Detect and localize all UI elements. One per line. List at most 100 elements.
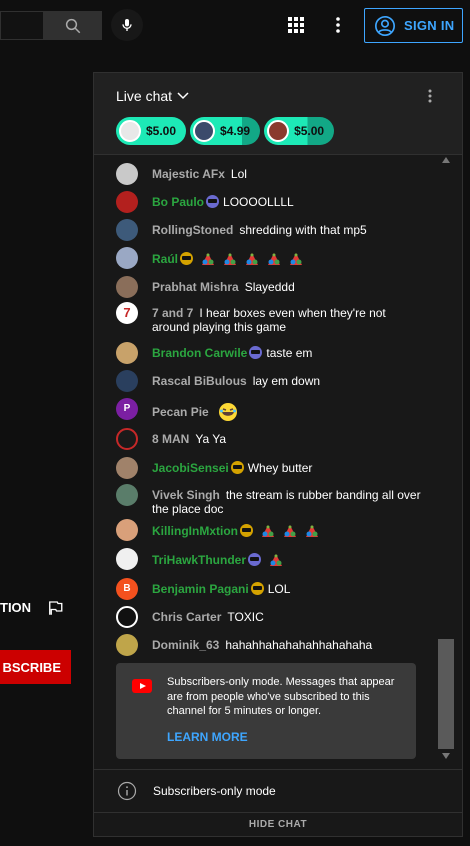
subscribers-only-mode-label: Subscribers-only mode bbox=[153, 784, 276, 798]
message-text: taste em bbox=[266, 346, 313, 360]
avatar[interactable] bbox=[116, 457, 138, 479]
member-badge-icon bbox=[230, 461, 244, 474]
avatar bbox=[193, 120, 216, 142]
settings-more-button[interactable] bbox=[326, 13, 350, 37]
custom-emoji-icon bbox=[202, 253, 215, 265]
super-chat-tickers: $5.00 $4.99 $5.00 bbox=[116, 117, 335, 145]
message-text: hahahhahahahahhahahaha bbox=[225, 638, 373, 652]
avatar[interactable] bbox=[116, 276, 138, 298]
avatar[interactable] bbox=[116, 191, 138, 213]
author-name[interactable]: Majestic AFx bbox=[152, 167, 225, 181]
hide-chat-button[interactable]: HIDE CHAT bbox=[94, 812, 462, 836]
apps-button[interactable] bbox=[284, 13, 308, 37]
sign-in-label: SIGN IN bbox=[404, 18, 455, 33]
chat-message: Chris Carter TOXIC bbox=[116, 606, 426, 628]
author-name[interactable]: Dominik_63 bbox=[152, 638, 219, 652]
avatar[interactable]: P bbox=[116, 398, 138, 420]
chevron-down-icon bbox=[177, 92, 189, 100]
learn-more-link[interactable]: LEARN MORE bbox=[167, 730, 248, 744]
custom-emoji-icon bbox=[268, 253, 281, 265]
avatar[interactable] bbox=[116, 163, 138, 185]
avatar[interactable]: B bbox=[116, 578, 138, 600]
author-name[interactable]: Raúl bbox=[152, 252, 178, 266]
custom-emoji-icon bbox=[306, 525, 319, 537]
avatar[interactable]: 7 bbox=[116, 302, 138, 324]
message-text: lay em down bbox=[252, 374, 321, 388]
avatar[interactable] bbox=[116, 484, 138, 506]
laughing-emoji-icon bbox=[219, 403, 238, 421]
author-name[interactable]: Bo Paulo bbox=[152, 195, 204, 209]
author-name[interactable]: KillingInMxtion bbox=[152, 524, 238, 538]
avatar[interactable] bbox=[116, 428, 138, 450]
search-input[interactable] bbox=[0, 11, 43, 40]
voice-search-button[interactable] bbox=[111, 9, 143, 41]
subscribers-only-notice: Subscribers-only mode. Messages that app… bbox=[116, 663, 416, 759]
avatar[interactable] bbox=[116, 342, 138, 364]
chat-title: Live chat bbox=[116, 88, 173, 104]
message-text: Ya Ya bbox=[195, 432, 227, 446]
message-text: TOXIC bbox=[227, 610, 264, 624]
chat-message: Prabhat Mishra Slayeddd bbox=[116, 276, 426, 298]
scroll-down-arrow-icon[interactable] bbox=[442, 753, 450, 759]
author-name[interactable]: TriHawkThunder bbox=[152, 553, 246, 567]
chat-message: B Benjamin Pagani LOL bbox=[116, 578, 426, 600]
chat-message: KillingInMxtion bbox=[116, 519, 426, 541]
chat-message: Bo Paulo LOOOOLLLL bbox=[116, 191, 426, 213]
author-name[interactable]: Benjamin Pagani bbox=[152, 582, 249, 596]
flag-icon[interactable] bbox=[46, 599, 64, 617]
avatar[interactable] bbox=[116, 370, 138, 392]
chat-scrollbar[interactable] bbox=[438, 157, 454, 771]
notice-text: Subscribers-only mode. Messages that app… bbox=[167, 676, 395, 717]
sign-in-button[interactable]: SIGN IN bbox=[364, 8, 463, 43]
chat-options-button[interactable] bbox=[421, 86, 439, 106]
member-badge-icon bbox=[248, 553, 262, 566]
custom-emoji-icon bbox=[290, 253, 303, 265]
avatar[interactable] bbox=[116, 606, 138, 628]
avatar[interactable] bbox=[116, 219, 138, 241]
author-name[interactable]: Prabhat Mishra bbox=[152, 280, 239, 294]
subscribers-only-mode-row: Subscribers-only mode bbox=[117, 781, 276, 801]
chat-message: Rascal BiBulous lay em down bbox=[116, 370, 426, 392]
chat-message: JacobiSensei Whey butter bbox=[116, 457, 426, 479]
search-icon bbox=[65, 18, 80, 33]
author-name[interactable]: Brandon Carwile bbox=[152, 346, 247, 360]
author-name[interactable]: Vivek Singh bbox=[152, 488, 220, 502]
chat-message: Dominik_63 hahahhahahahahhahahaha bbox=[116, 634, 426, 656]
more-vert-icon bbox=[336, 17, 340, 33]
masthead: SIGN IN bbox=[0, 0, 470, 52]
super-chat-ticker[interactable]: $5.00 bbox=[116, 117, 187, 145]
author-name[interactable]: 8 MAN bbox=[152, 432, 189, 446]
author-name[interactable]: Chris Carter bbox=[152, 610, 221, 624]
super-chat-ticker[interactable]: $5.00 bbox=[264, 117, 335, 145]
chat-message: Brandon Carwile taste em bbox=[116, 342, 426, 364]
author-name[interactable]: Rascal BiBulous bbox=[152, 374, 247, 388]
author-name[interactable]: Pecan Pie bbox=[152, 405, 209, 419]
custom-emoji-icon bbox=[246, 253, 259, 265]
avatar[interactable] bbox=[116, 247, 138, 269]
member-badge-icon bbox=[249, 346, 263, 359]
author-name[interactable]: RollingStoned bbox=[152, 223, 233, 237]
mic-icon bbox=[122, 19, 132, 31]
avatar bbox=[267, 120, 290, 142]
avatar[interactable] bbox=[116, 634, 138, 656]
member-badge-icon bbox=[180, 252, 194, 265]
chat-message: TriHawkThunder bbox=[116, 548, 426, 570]
super-chat-ticker[interactable]: $4.99 bbox=[190, 117, 261, 145]
save-action-label[interactable]: TION bbox=[0, 600, 31, 615]
chat-message-list: Majestic AFx Lol Bo Paulo LOOOOLLLL Rollin… bbox=[94, 157, 436, 751]
info-icon[interactable] bbox=[117, 781, 137, 801]
avatar[interactable] bbox=[116, 519, 138, 541]
chat-mode-dropdown[interactable]: Live chat bbox=[116, 88, 189, 104]
scroll-up-arrow-icon[interactable] bbox=[442, 157, 450, 163]
chat-message: 8 MAN Ya Ya bbox=[116, 428, 426, 450]
author-name[interactable]: JacobiSensei bbox=[152, 461, 229, 475]
author-name[interactable]: 7 and 7 bbox=[152, 306, 193, 320]
search-button[interactable] bbox=[43, 11, 102, 40]
account-icon bbox=[375, 15, 395, 36]
ticker-amount: $4.99 bbox=[220, 124, 251, 138]
message-text: LOL bbox=[267, 582, 291, 596]
custom-emoji-icon bbox=[262, 525, 275, 537]
scrollbar-thumb[interactable] bbox=[438, 639, 454, 749]
subscribe-button[interactable]: BSCRIBE bbox=[0, 650, 71, 684]
avatar[interactable] bbox=[116, 548, 138, 570]
